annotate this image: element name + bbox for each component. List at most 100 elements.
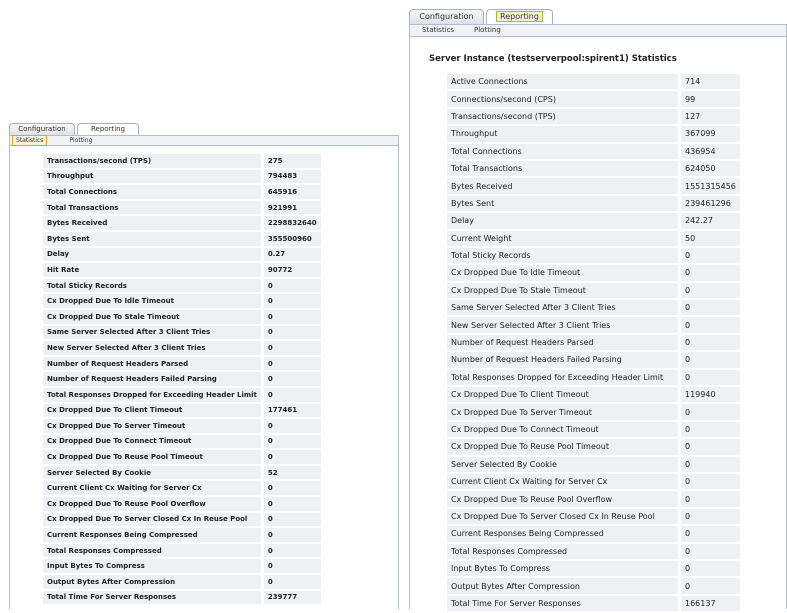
- table-row: Transactions/second (TPS) 127: [447, 108, 743, 125]
- stat-value: 0: [681, 456, 743, 472]
- stat-value: 0: [681, 247, 743, 264]
- stat-label: New Server Selected After 3 Client Tries: [447, 317, 681, 333]
- subtab-statistics[interactable]: Statistics: [410, 25, 466, 36]
- stat-value: 2298832640: [263, 216, 324, 230]
- table-row: Input Bytes To Compress 0: [447, 560, 743, 577]
- stat-label: Input Bytes To Compress: [43, 559, 264, 574]
- table-row: Total Time For Server Responses 239777: [43, 590, 324, 605]
- table-row: Total Responses Dropped for Exceeding He…: [43, 387, 324, 402]
- stat-label: Bytes Sent: [447, 195, 681, 212]
- stat-value: 624050: [681, 160, 743, 177]
- table-row: New Server Selected After 3 Client Tries…: [447, 317, 743, 333]
- table-row: Bytes Received 1551315456: [447, 178, 743, 194]
- stat-value: 90772: [263, 263, 324, 277]
- left-statistics-panel: Configuration Reporting Statistics Plott…: [9, 122, 399, 609]
- tab-configuration[interactable]: Configuration: [409, 9, 484, 24]
- tab-configuration-label: Configuration: [419, 12, 474, 21]
- stat-label: Same Server Selected After 3 Client Trie…: [447, 300, 681, 316]
- stat-value: 0: [681, 578, 743, 594]
- stat-label: Cx Dropped Due To Server Closed Cx In Re…: [447, 508, 681, 525]
- stat-label: Cx Dropped Due To Reuse Pool Overflow: [43, 497, 264, 511]
- stat-label: Server Selected By Cookie: [447, 456, 681, 472]
- stat-value: 0: [681, 421, 743, 438]
- stat-label: Current Responses Being Compressed: [43, 528, 264, 542]
- table-row: Current Weight 50: [447, 230, 743, 246]
- stat-label: Current Client Cx Waiting for Server Cx: [447, 473, 681, 490]
- subtab-plotting[interactable]: Plotting: [466, 25, 513, 36]
- stat-label: Same Server Selected After 3 Client Trie…: [43, 325, 264, 340]
- table-row: Total Sticky Records 0: [447, 247, 743, 264]
- stat-value: 99: [681, 91, 743, 107]
- stat-label: Total Connections: [43, 185, 264, 199]
- tab-reporting[interactable]: Reporting: [486, 9, 553, 24]
- table-row: Total Sticky Records 0: [43, 278, 324, 293]
- stat-value: 0: [263, 481, 324, 496]
- table-row: Same Server Selected After 3 Client Trie…: [43, 325, 324, 340]
- stat-label: Delay: [43, 247, 264, 262]
- stat-value: 0.27: [263, 247, 324, 262]
- table-row: Total Transactions 921991: [43, 200, 324, 215]
- stat-label: Total Responses Dropped for Exceeding He…: [43, 387, 264, 402]
- table-row: Throughput 794483: [43, 169, 324, 184]
- tab-reporting[interactable]: Reporting: [77, 123, 139, 135]
- subtab-statistics[interactable]: Statistics: [12, 135, 48, 146]
- stat-label: Cx Dropped Due To Reuse Pool Timeout: [43, 450, 264, 464]
- table-row: Cx Dropped Due To Reuse Pool Overflow 0: [43, 497, 324, 511]
- stat-value: 0: [681, 265, 743, 281]
- table-row: Cx Dropped Due To Stale Timeout 0: [447, 282, 743, 299]
- stat-label: Output Bytes After Compression: [447, 578, 681, 594]
- stat-label: Bytes Received: [43, 216, 264, 230]
- stat-value: 0: [263, 278, 324, 293]
- stat-value: 119940: [681, 387, 743, 403]
- stat-value: 0: [263, 309, 324, 324]
- table-row: New Server Selected After 3 Client Tries…: [43, 341, 324, 355]
- stat-value: 0: [681, 439, 743, 455]
- stat-label: Number of Request Headers Parsed: [447, 334, 681, 351]
- table-row: Throughput 367099: [447, 126, 743, 142]
- stat-value: 0: [681, 282, 743, 299]
- stat-value: 0: [263, 434, 324, 449]
- table-row: Delay 242.27: [447, 213, 743, 229]
- stat-value: 239461296: [681, 195, 743, 212]
- table-row: Number of Request Headers Failed Parsing…: [447, 352, 743, 368]
- stat-label: Total Connections: [447, 143, 681, 159]
- stat-label: Total Transactions: [43, 200, 264, 215]
- table-row: Hit Rate 90772: [43, 263, 324, 277]
- table-row: Bytes Sent 239461296: [447, 195, 743, 212]
- table-row: Bytes Sent 355500960: [43, 231, 324, 246]
- table-row: Connections/second (CPS) 99: [447, 91, 743, 107]
- stat-value: 50: [681, 230, 743, 246]
- stat-value: 0: [263, 528, 324, 542]
- table-row: Cx Dropped Due To Client Timeout 119940: [447, 387, 743, 403]
- stat-value: 275: [263, 154, 324, 168]
- table-row: Cx Dropped Due To Reuse Pool Timeout 0: [43, 450, 324, 464]
- stat-label: Total Responses Compressed: [447, 543, 681, 559]
- table-row: Total Responses Dropped for Exceeding He…: [447, 369, 743, 386]
- table-row: Number of Request Headers Parsed 0: [43, 356, 324, 371]
- stat-label: Connections/second (CPS): [447, 91, 681, 107]
- stat-value: 921991: [263, 200, 324, 215]
- table-row: Output Bytes After Compression 0: [447, 578, 743, 594]
- stat-label: Cx Dropped Due To Client Timeout: [43, 403, 264, 418]
- stat-value: 0: [681, 491, 743, 507]
- table-row: Transactions/second (TPS) 275: [43, 154, 324, 168]
- tab-configuration[interactable]: Configuration: [9, 123, 75, 135]
- left-statistics-table: Transactions/second (TPS) 275 Throughput 79…: [43, 152, 324, 606]
- statistics-title: Server Instance (testserverpool:spirent1…: [429, 54, 677, 64]
- table-row: Cx Dropped Due To Connect Timeout 0: [447, 421, 743, 438]
- stat-value: 0: [263, 325, 324, 340]
- table-row: Same Server Selected After 3 Client Trie…: [447, 300, 743, 316]
- stat-label: Output Bytes After Compression: [43, 575, 264, 589]
- stat-label: Total Responses Compressed: [43, 543, 264, 558]
- left-content-area: Transactions/second (TPS) 275 Throughput 79…: [9, 146, 399, 609]
- stat-value: 0: [681, 526, 743, 542]
- table-row: Current Responses Being Compressed 0: [43, 528, 324, 542]
- stat-value: 1551315456: [681, 178, 743, 194]
- table-row: Current Client Cx Waiting for Server Cx 0: [43, 481, 324, 496]
- subtab-plotting[interactable]: Plotting: [47, 136, 100, 145]
- right-statistics-panel: Configuration Reporting Statistics Plott…: [409, 7, 787, 612]
- stat-value: 0: [681, 352, 743, 368]
- stat-value: 0: [263, 294, 324, 308]
- table-row: Cx Dropped Due To Client Timeout 177461: [43, 403, 324, 418]
- stat-label: Total Responses Dropped for Exceeding He…: [447, 369, 681, 386]
